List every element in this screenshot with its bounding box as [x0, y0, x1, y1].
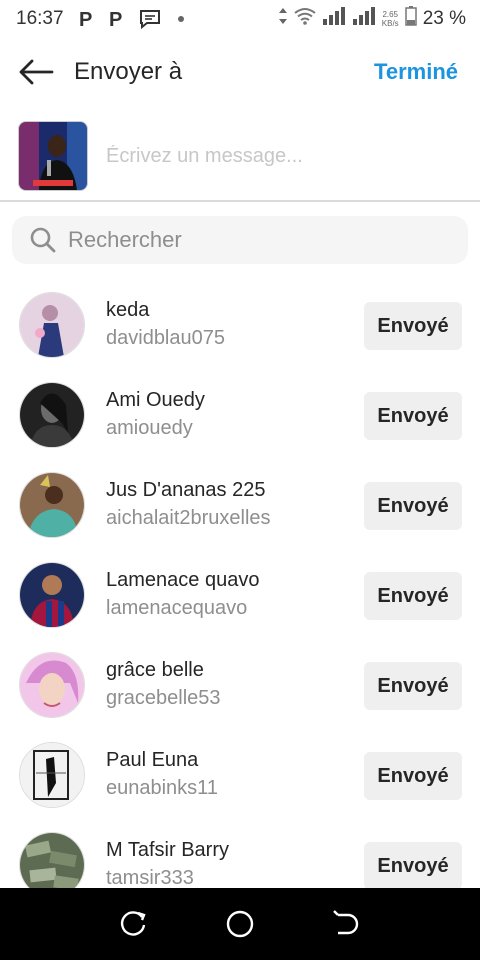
contact-username: aichalait2bruxelles — [106, 507, 271, 529]
shared-post-thumbnail — [18, 121, 88, 191]
wifi-icon — [294, 7, 316, 31]
network-speed-value: 2.65 — [382, 10, 399, 19]
contact-names: keda davidblau075 — [106, 297, 225, 353]
avatar[interactable] — [19, 292, 85, 358]
home-icon — [226, 910, 254, 938]
back-arrow-icon — [19, 59, 54, 85]
contact-names: grâce belle gracebelle53 — [106, 657, 221, 713]
contact-username: davidblau075 — [106, 327, 225, 349]
back-button[interactable] — [16, 52, 56, 92]
more-notifications-dot — [177, 16, 184, 22]
contact-names: M Tafsir Barry tamsir333 — [106, 837, 229, 888]
contact-username: gracebelle53 — [106, 687, 221, 709]
contact-name: keda — [106, 299, 150, 321]
svg-text:P: P — [79, 9, 92, 29]
avatar[interactable] — [19, 562, 85, 628]
page-title: Envoyer à — [74, 58, 183, 85]
contact-username: tamsir333 — [106, 867, 194, 888]
sent-button[interactable]: Envoyé — [364, 482, 462, 530]
signal-icon — [322, 7, 346, 31]
home-button[interactable] — [220, 904, 260, 944]
recent-apps-button[interactable] — [113, 904, 153, 944]
search-input[interactable] — [66, 226, 450, 254]
network-speed-unit: KB/s — [381, 19, 399, 28]
status-bar: 16:37 P P 2.65 KB/s 23 % — [0, 0, 480, 38]
contact-row[interactable]: grâce belle gracebelle53 Envoyé — [0, 640, 480, 730]
sent-button[interactable]: Envoyé — [364, 392, 462, 440]
signal-icon — [352, 7, 376, 31]
sent-button[interactable]: Envoyé — [364, 842, 462, 888]
pinterest-notification-icon: P — [78, 9, 96, 29]
contact-name: grâce belle — [106, 659, 204, 681]
contact-username: eunabinks11 — [106, 777, 218, 799]
compose-area — [0, 112, 480, 202]
avatar[interactable] — [19, 832, 85, 888]
avatar[interactable] — [19, 382, 85, 448]
status-time: 16:37 — [16, 8, 64, 29]
battery-icon — [404, 6, 417, 32]
message-input[interactable] — [104, 143, 448, 169]
network-speed: 2.65 KB/s — [382, 10, 399, 28]
contact-names: Paul Euna eunabinks11 — [106, 747, 218, 803]
pinterest-notification-icon: P — [108, 9, 126, 29]
contact-row[interactable]: Jus D'ananas 225 aichalait2bruxelles Env… — [0, 460, 480, 550]
sent-button[interactable]: Envoyé — [364, 572, 462, 620]
contact-row[interactable]: M Tafsir Barry tamsir333 Envoyé — [0, 820, 480, 888]
contact-row[interactable]: Paul Euna eunabinks11 Envoyé — [0, 730, 480, 820]
contact-username: amiouedy — [106, 417, 193, 439]
contact-row[interactable]: Ami Ouedy amiouedy Envoyé — [0, 370, 480, 460]
recent-apps-icon — [121, 911, 146, 936]
contact-row[interactable]: keda davidblau075 Envoyé — [0, 280, 480, 370]
contact-username: lamenacequavo — [106, 597, 248, 619]
contact-row[interactable]: Lamenace quavo lamenacequavo Envoyé — [0, 550, 480, 640]
vibrate-icon — [278, 7, 288, 31]
search-icon — [30, 227, 56, 253]
svg-text:P: P — [109, 9, 122, 29]
contact-list: keda davidblau075 Envoyé Ami Ouedy amiou… — [0, 280, 480, 888]
search-bar[interactable] — [12, 216, 468, 264]
avatar[interactable] — [19, 472, 85, 538]
contact-names: Ami Ouedy amiouedy — [106, 387, 205, 443]
contact-names: Jus D'ananas 225 aichalait2bruxelles — [106, 477, 271, 533]
avatar[interactable] — [19, 652, 85, 718]
sent-button[interactable]: Envoyé — [364, 662, 462, 710]
contact-name: Ami Ouedy — [106, 389, 205, 411]
done-button[interactable]: Terminé — [374, 59, 458, 85]
avatar[interactable] — [19, 742, 85, 808]
message-notification-icon — [138, 8, 162, 30]
contact-name: Lamenace quavo — [106, 569, 260, 591]
header: Envoyer à Terminé — [0, 44, 480, 100]
contact-name: Jus D'ananas 225 — [106, 479, 266, 501]
battery-percent: 23 % — [422, 8, 466, 29]
system-back-button[interactable] — [327, 904, 367, 944]
sent-button[interactable]: Envoyé — [364, 752, 462, 800]
system-back-icon — [332, 910, 358, 935]
contact-names: Lamenace quavo lamenacequavo — [106, 567, 259, 623]
contact-name: M Tafsir Barry — [106, 839, 229, 861]
system-navigation-bar — [0, 888, 480, 960]
contact-name: Paul Euna — [106, 749, 199, 771]
sent-button[interactable]: Envoyé — [364, 302, 462, 350]
